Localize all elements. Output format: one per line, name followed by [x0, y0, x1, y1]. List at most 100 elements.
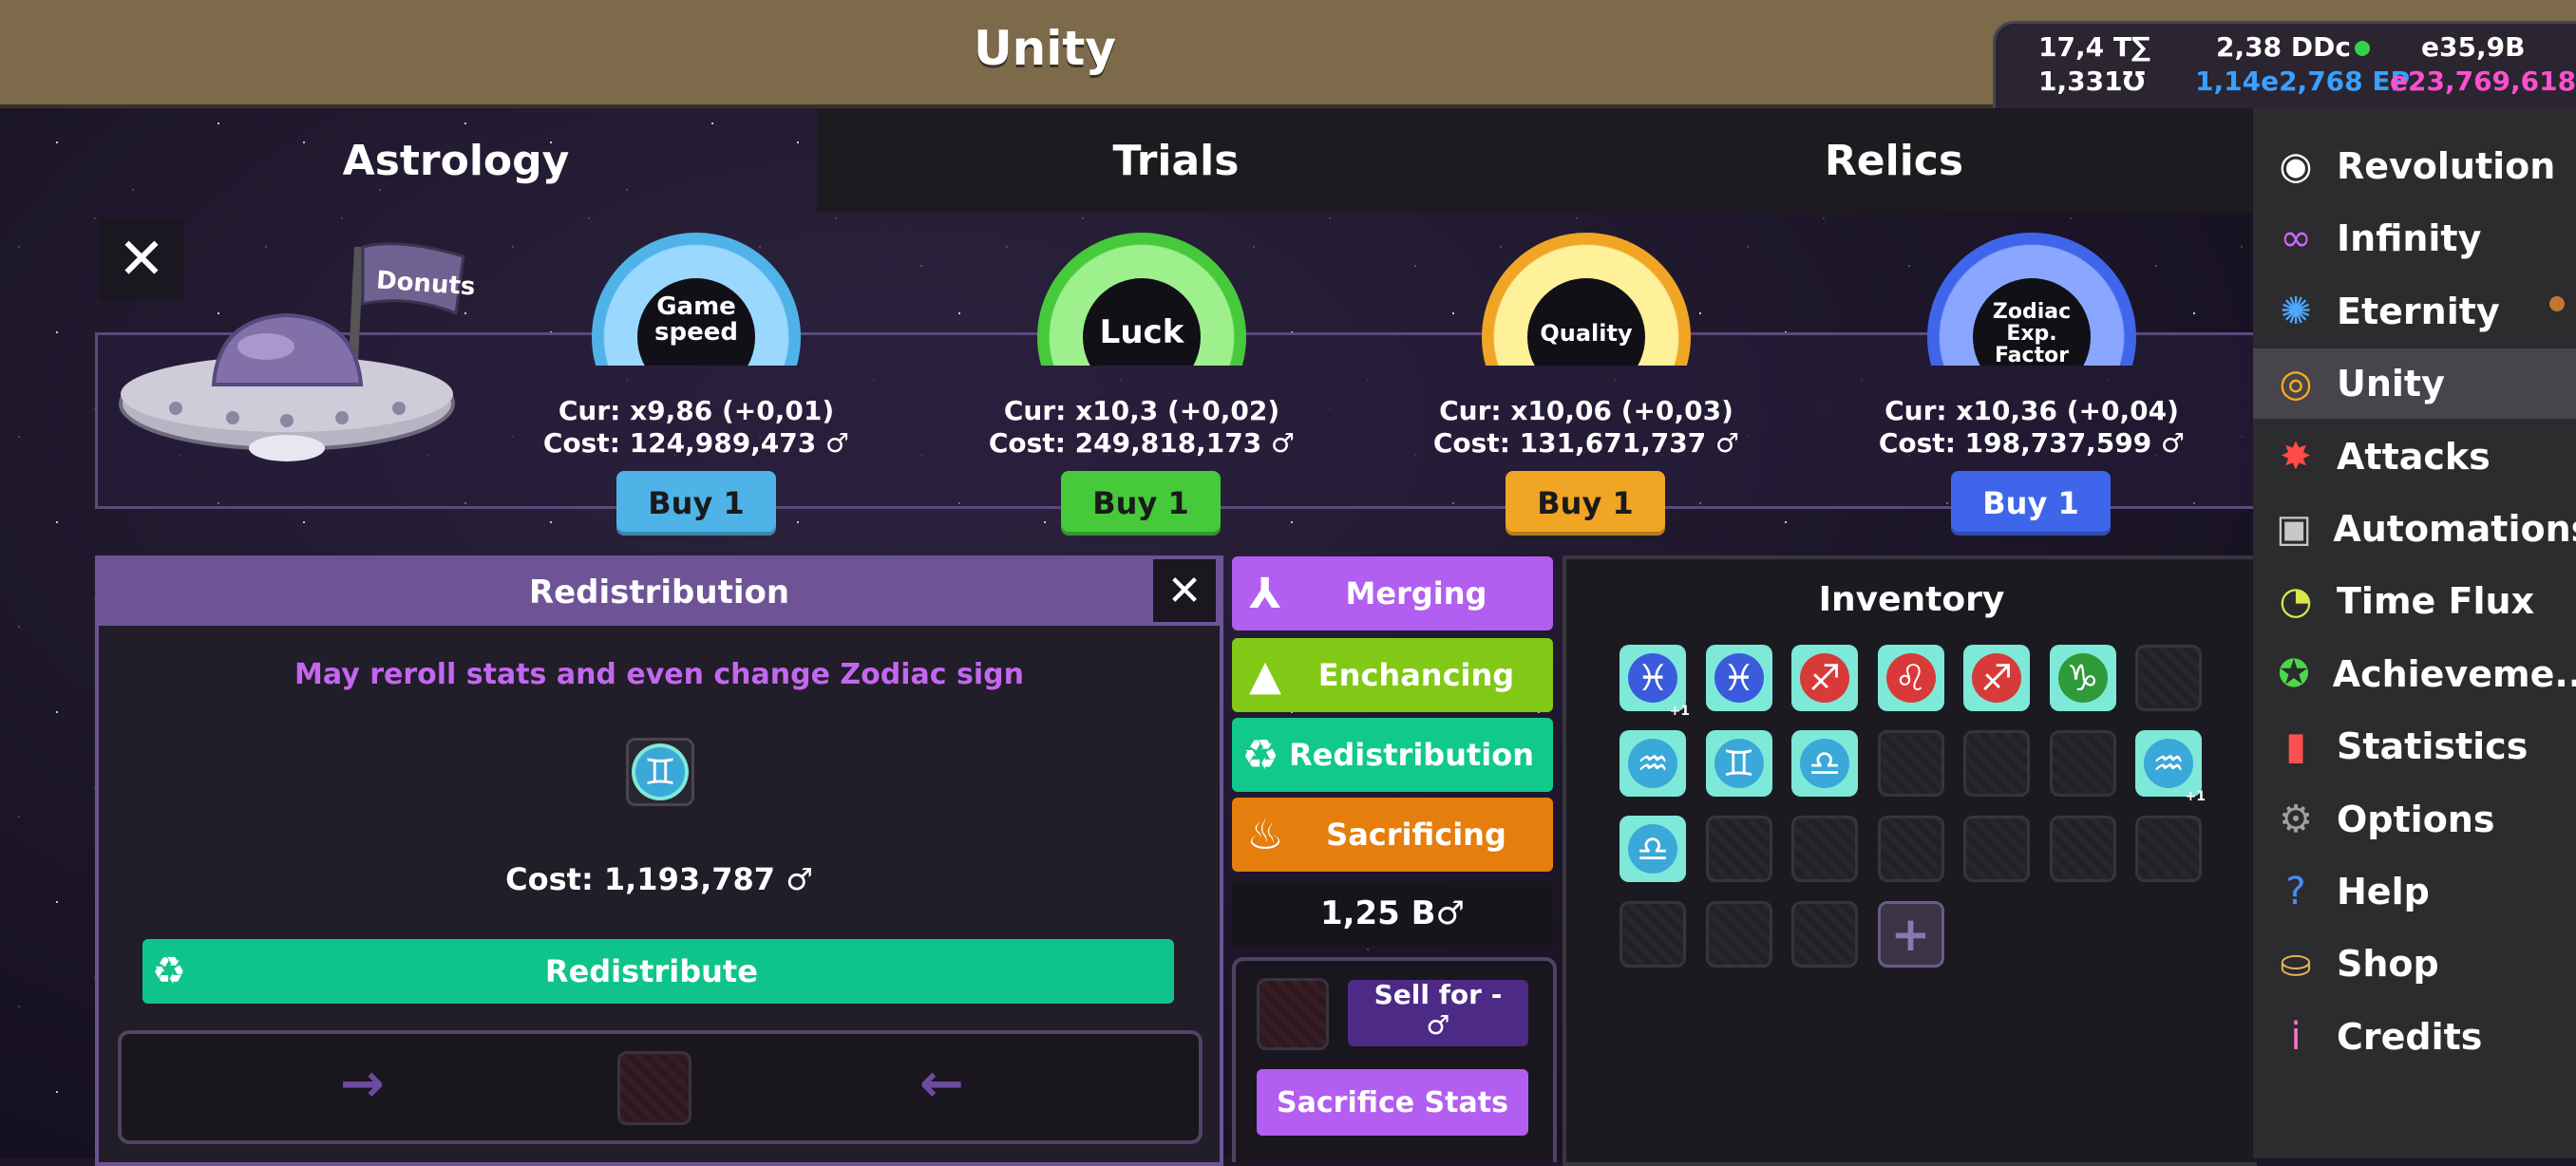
status-dot-icon [2355, 41, 2370, 56]
tab-astrology[interactable]: Astrology [95, 108, 817, 213]
zodiac-sign-icon: ♐ [1972, 653, 2021, 703]
inventory-slot-empty[interactable] [2135, 645, 2202, 711]
inventory-stat[interactable]: ♎ [1791, 730, 1858, 797]
balance-display: 1,25 B ♂ [1232, 881, 1553, 946]
sidebar-item-achieveme[interactable]: ✪ Achieveme... [2253, 639, 2576, 709]
sidebar-item-revolution[interactable]: ◉ Revolution [2253, 131, 2576, 201]
inventory-slot-empty[interactable] [1619, 901, 1686, 968]
upgrade-current: Cur: x9,86 (+0,01) [558, 395, 835, 426]
inventory-stat[interactable]: ♓ +1 [1619, 645, 1690, 719]
revolution-icon: ◉ [2279, 144, 2313, 188]
inventory-stat[interactable]: ♐ [1791, 645, 1858, 711]
stack-count-badge: +1 [2185, 789, 2206, 804]
tab-relics[interactable]: Relics [1535, 108, 2253, 213]
inventory-stat[interactable]: ♊ [1705, 730, 1772, 797]
sacrifice-slot[interactable] [1257, 978, 1329, 1050]
stack-count-badge: +1 [1669, 704, 1690, 719]
inventory-slot-empty[interactable] [1877, 730, 1944, 797]
coin-icon: ♂ [1435, 894, 1466, 932]
coin-icon: ♂ [816, 427, 850, 459]
buy-luck-button[interactable]: Buy 1 [1061, 471, 1221, 536]
infinity-icon: ∞ [2280, 216, 2312, 261]
sidebar-item-attacks[interactable]: ✸ Attacks [2253, 422, 2576, 492]
sidebar-item-label: Help [2337, 871, 2430, 912]
inventory-stat[interactable]: ♐ [1963, 645, 2030, 711]
sidebar: ◉ Revolution ∞ Infinity ✺ Eternity ◎ Unity ✸ Atta… [2253, 108, 2576, 1158]
close-icon: ✕ [1166, 566, 1203, 615]
sidebar-item-time-flux[interactable]: ◔ Time Flux [2253, 566, 2576, 636]
sidebar-item-label: Options [2337, 798, 2495, 840]
buy-game-speed-button[interactable]: Buy 1 [616, 471, 776, 536]
recycle-icon: ♻ [152, 950, 186, 993]
gear-icon: ⚙ [2279, 797, 2313, 841]
resource-value: 1,14e2,768 EP [2195, 66, 2411, 97]
inventory-slot-empty[interactable] [1791, 816, 1858, 882]
inventory-stat[interactable]: ♒ [1619, 730, 1686, 797]
arrow-right-icon: → [340, 1053, 385, 1115]
inventory-slot-empty[interactable] [1705, 816, 1772, 882]
inventory-panel: Inventory ♓ +1 ♓ ♐ ♌ ♐ ♑ ♒ ♊ ♎ ♒ +1 ♎ + [1563, 555, 2257, 1166]
inventory-stat[interactable]: ♎ [1619, 816, 1686, 882]
inventory-slot-empty[interactable] [2135, 816, 2202, 882]
redistribute-button[interactable]: ♻ Redistribute [142, 939, 1174, 1004]
merging-button[interactable]: ⅄ Merging [1232, 556, 1553, 630]
sidebar-item-credits[interactable]: i Credits [2253, 1002, 2576, 1072]
sidebar-item-eternity[interactable]: ✺ Eternity [2253, 276, 2576, 347]
inventory-slot-empty[interactable] [1963, 816, 2030, 882]
zodiac-sign-icon: ♎ [1628, 824, 1677, 874]
page-title: Unity [974, 21, 1116, 76]
zodiac-sign-icon: ♓ [1628, 653, 1677, 703]
inventory-stat[interactable]: ♌ [1877, 645, 1944, 711]
transfer-slot[interactable] [617, 1051, 691, 1125]
panel-description: May reroll stats and even change Zodiac … [294, 658, 1024, 691]
redistribution-panel: Redistribution ✕ May reroll stats and ev… [95, 555, 1223, 1166]
inventory-slot-empty[interactable] [2049, 816, 2116, 882]
sidebar-item-shop[interactable]: ⛀ Shop [2253, 929, 2576, 999]
sidebar-item-statistics[interactable]: ▮ Statistics [2253, 711, 2576, 781]
sidebar-item-label: Attacks [2337, 435, 2491, 478]
selected-stat-slot[interactable]: ♊ [626, 738, 694, 806]
sidebar-item-label: Unity [2337, 363, 2445, 405]
robot-icon: ▣ [2276, 507, 2313, 551]
inventory-stat[interactable]: ♑ [2049, 645, 2116, 711]
upgrade-info: Cur: x10,3 (+0,02) Cost: 249,818,173 ♂ [971, 395, 1313, 460]
sidebar-item-options[interactable]: ⚙ Options [2253, 784, 2576, 855]
coin-icon: ♂ [1706, 427, 1740, 459]
inventory-slot-empty[interactable] [1705, 901, 1772, 968]
tab-trials[interactable]: Trials [817, 108, 1535, 213]
inventory-slot-empty[interactable] [2049, 730, 2116, 797]
sidebar-item-label: Eternity [2337, 290, 2500, 332]
inventory-slot-empty[interactable] [1963, 730, 2030, 797]
add-slot-button[interactable]: + [1877, 901, 1944, 968]
sidebar-item-label: Revolution [2337, 145, 2556, 187]
enchancing-button[interactable]: ▲ Enchancing [1232, 638, 1553, 712]
attacks-icon: ✸ [2280, 434, 2312, 479]
sidebar-item-help[interactable]: ? Help [2253, 856, 2576, 927]
statistics-icon: ▮ [2284, 724, 2306, 769]
sidebar-item-automations[interactable]: ▣ Automations [2253, 494, 2576, 564]
inventory-stat[interactable]: ♓ [1705, 645, 1772, 711]
buy-zodiac-exp-button[interactable]: Buy 1 [1951, 471, 2111, 536]
upgrade-cost: Cost: 249,818,173 [988, 427, 1262, 459]
zodiac-sign-icon: ♐ [1800, 653, 1849, 703]
sacrifice-stats-button[interactable]: Sacrifice Stats [1257, 1069, 1528, 1136]
gemini-icon: ♊ [635, 747, 685, 797]
sell-button[interactable]: Sell for - ♂ [1348, 980, 1528, 1046]
zodiac-exp-gauge: Zodiac Exp. Factor [1927, 233, 2136, 366]
resource-panel: 17,4 T∑ 2,38 DDc e35,9B 1,331Ʊ 1,14e2,76… [1993, 21, 2576, 109]
sidebar-item-unity[interactable]: ◎ Unity [2253, 348, 2576, 420]
panel-close-button[interactable]: ✕ [1153, 559, 1216, 622]
upgrade-info: Cur: x10,06 (+0,03) Cost: 131,671,737 ♂ [1415, 395, 1757, 460]
sidebar-item-infinity[interactable]: ∞ Infinity [2253, 203, 2576, 273]
resource-value: 1,331Ʊ [2038, 66, 2146, 97]
zodiac-sign-icon: ♓ [1714, 653, 1764, 703]
redistribution-tab-button[interactable]: ♻ Redistribution [1232, 718, 1553, 792]
zodiac-sign-icon: ♊ [1714, 739, 1764, 788]
inventory-slot-empty[interactable] [1877, 816, 1944, 882]
buy-quality-button[interactable]: Buy 1 [1506, 471, 1665, 536]
sidebar-item-label: Time Flux [2337, 580, 2535, 623]
inventory-stat[interactable]: ♒ +1 [2135, 730, 2206, 804]
inventory-slot-empty[interactable] [1791, 901, 1858, 968]
sacrificing-button[interactable]: ♨ Sacrificing [1232, 798, 1553, 872]
sacrifice-panel: Sell for - ♂ Sacrifice Stats [1232, 957, 1557, 1162]
